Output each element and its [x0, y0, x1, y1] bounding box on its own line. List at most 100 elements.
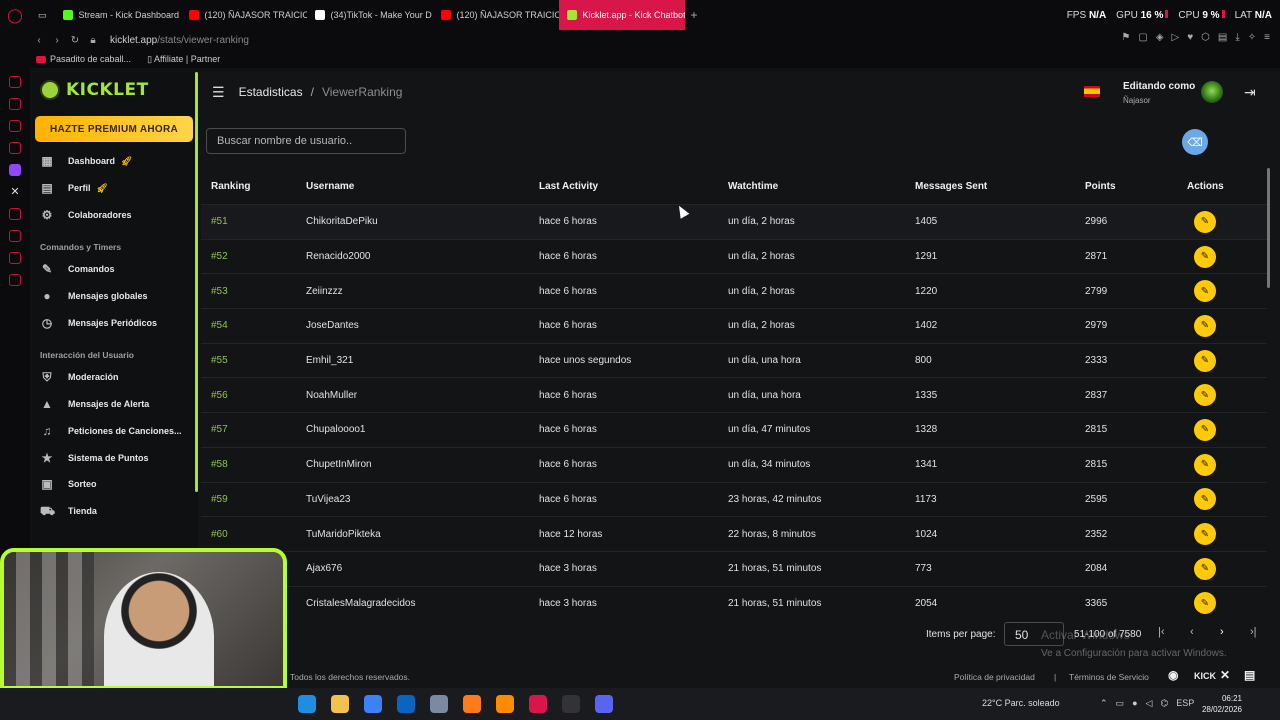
sidebar-item-mensajes-globales[interactable]: ● Mensajes globales: [30, 283, 198, 310]
kick-link[interactable]: KICK: [1194, 671, 1216, 681]
instagram-icon[interactable]: [9, 142, 21, 154]
edit-button[interactable]: ✎: [1194, 592, 1216, 614]
snapshot-icon[interactable]: ▢: [1138, 32, 1147, 43]
table-row[interactable]: #56 NoahMuller hace 6 horas un día, una hor…: [201, 377, 1267, 412]
logout-icon[interactable]: ⇥: [1244, 84, 1256, 101]
privacy-link[interactable]: Política de privacidad: [954, 672, 1035, 682]
vlc-icon[interactable]: [496, 695, 514, 713]
reload-icon[interactable]: ↻: [66, 35, 84, 46]
edit-button[interactable]: ✎: [1194, 523, 1216, 546]
sidebar-item-colaboradores[interactable]: ⚙ Colaboradores: [30, 201, 198, 228]
table-row[interactable]: #55 Emhil_321 hace unos segundos un día, un…: [201, 342, 1267, 378]
sidebar-item-sorteo[interactable]: ▣ Sorteo: [30, 471, 198, 498]
wallet-icon[interactable]: ▤: [1218, 32, 1227, 43]
spain-flag-icon[interactable]: [1084, 86, 1100, 97]
browser-tab[interactable]: (120) ÑAJASOR TRAICIO: [433, 0, 559, 30]
search-input[interactable]: [206, 128, 406, 154]
column-header[interactable]: Actions: [1177, 181, 1267, 192]
obs-icon[interactable]: [562, 695, 580, 713]
new-tab-button[interactable]: +: [685, 8, 704, 22]
back-icon[interactable]: ‹: [30, 35, 48, 46]
whatsapp-icon[interactable]: [9, 120, 21, 132]
heart-icon[interactable]: ♥: [1187, 32, 1193, 43]
bookmark-item[interactable]: Pasadito de caball...: [36, 54, 131, 64]
table-row[interactable]: #57 Chupaloooo1 hace 6 horas un día, 47 min…: [201, 412, 1267, 447]
firefox-icon[interactable]: [463, 695, 481, 713]
x-icon[interactable]: ✕: [9, 186, 21, 198]
table-row[interactable]: #58 ChupetInMiron hace 6 horas un día, 34 m…: [201, 446, 1267, 482]
messenger-icon[interactable]: [9, 98, 21, 110]
avatar[interactable]: [1201, 81, 1223, 103]
player-icon[interactable]: [9, 208, 21, 220]
premium-button[interactable]: HAZTE PREMIUM AHORA: [35, 116, 193, 142]
opera-logo-icon[interactable]: ◯: [0, 0, 30, 30]
edit-button[interactable]: ✎: [1194, 245, 1216, 268]
browser-tab[interactable]: Kicklet.app - Kick Chatbot: [558, 0, 685, 30]
table-row[interactable]: #51 ChikoritaDePiku hace 6 horas un día, 2 …: [201, 204, 1267, 239]
sidebar-item-peticiones-de-canciones[interactable]: ♫ Peticiones de Canciones...: [30, 418, 198, 445]
edit-button[interactable]: ✎: [1194, 488, 1216, 511]
table-row[interactable]: #60 TuMaridoPikteka hace 12 horas 22 horas,…: [201, 516, 1267, 551]
breadcrumb-root[interactable]: Estadisticas: [239, 85, 303, 99]
opera-icon[interactable]: [529, 695, 547, 713]
store-icon[interactable]: [364, 695, 382, 713]
edit-button[interactable]: ✎: [1194, 453, 1216, 476]
x-icon[interactable]: ✕: [1220, 668, 1230, 682]
language[interactable]: ESP: [1176, 698, 1194, 709]
table-row[interactable]: #52 Renacido2000 hace 6 horas un día, 2 hor…: [201, 238, 1267, 274]
forward-icon[interactable]: ›: [48, 35, 66, 46]
sidebar-item-dashboard[interactable]: ▦ Dashboard 🚀︎: [30, 148, 198, 175]
sidebar-item-tienda[interactable]: ⛟ Tienda: [30, 498, 198, 525]
edit-button[interactable]: ✎: [1194, 418, 1216, 441]
discord-taskbar-icon[interactable]: [595, 695, 613, 713]
next-page-icon[interactable]: ›: [1220, 626, 1224, 638]
docs-icon[interactable]: ▤: [1244, 668, 1255, 682]
aria-icon[interactable]: [9, 76, 21, 88]
history-icon[interactable]: [9, 230, 21, 242]
shield-icon[interactable]: ◈: [1156, 32, 1164, 43]
terms-link[interactable]: Términos de Servicio: [1069, 672, 1149, 682]
menu-toggle-icon[interactable]: ☰: [212, 84, 225, 101]
url-field[interactable]: kicklet.app/stats/viewer-ranking: [110, 35, 249, 46]
sidebar-item-sistema-de-puntos[interactable]: ★ Sistema de Puntos: [30, 444, 198, 471]
sidebar-item-moderaci-n[interactable]: ⛨ Moderación: [30, 364, 198, 391]
table-row[interactable]: #61Ajax676hace 3 horas21 horas, 51 minut…: [201, 550, 1267, 586]
ai-icon[interactable]: ✧: [1248, 32, 1256, 43]
mic-icon[interactable]: ●: [1132, 698, 1137, 709]
bookmark-icon[interactable]: ⚑: [1121, 32, 1130, 43]
edit-button[interactable]: ✎: [1194, 210, 1216, 233]
play-icon[interactable]: ▷: [1172, 32, 1180, 43]
clear-filter-button[interactable]: ⌫: [1182, 129, 1208, 155]
bookmark-item[interactable]: ▯ Affiliate | Partner: [147, 54, 220, 65]
camera-icon[interactable]: ▭: [1116, 698, 1125, 709]
edit-button[interactable]: ✎: [1194, 280, 1216, 303]
clock[interactable]: 06:21 28/02/2026: [1200, 693, 1242, 715]
tab-grid[interactable]: ▭: [30, 0, 55, 30]
outlook-icon[interactable]: [397, 695, 415, 713]
column-header[interactable]: Points: [1075, 181, 1177, 192]
folder-icon[interactable]: [331, 695, 349, 713]
table-row[interactable]: #62CristalesMalagradecidoshace 3 horas21…: [201, 585, 1267, 614]
chevron-up-icon[interactable]: ⌃: [1100, 698, 1108, 709]
column-header[interactable]: Last Activity: [529, 181, 718, 192]
edit-button[interactable]: ✎: [1194, 349, 1216, 372]
table-row[interactable]: #54 JoseDantes hace 6 horas un día, 2 horas…: [201, 308, 1267, 343]
volume-icon[interactable]: ◁: [1146, 698, 1153, 709]
browser-tab[interactable]: (120) ÑAJASOR TRAICIO: [181, 0, 307, 30]
twitch-icon[interactable]: [9, 164, 21, 176]
browser-tab[interactable]: Stream - Kick Dashboard: [55, 0, 181, 30]
last-page-icon[interactable]: ›|: [1250, 626, 1257, 638]
sidebar-item-mensajes-de-alerta[interactable]: ▲ Mensajes de Alerta: [30, 391, 198, 418]
column-header[interactable]: Username: [296, 181, 529, 192]
app-icon[interactable]: [430, 695, 448, 713]
sidebar-item-comandos[interactable]: ✎ Comandos: [30, 256, 198, 283]
edit-button[interactable]: ✎: [1194, 557, 1216, 580]
prev-page-icon[interactable]: ‹: [1190, 626, 1194, 638]
column-header[interactable]: Messages Sent: [905, 181, 1075, 192]
edit-button[interactable]: ✎: [1194, 384, 1216, 407]
network-icon[interactable]: ⌬: [1160, 698, 1168, 709]
pinboard-icon[interactable]: [9, 252, 21, 264]
table-row[interactable]: #59 TuVijea23 hace 6 horas 23 horas, 42 min…: [201, 481, 1267, 517]
table-scrollbar[interactable]: [1267, 168, 1270, 288]
first-page-icon[interactable]: |‹: [1158, 626, 1165, 638]
